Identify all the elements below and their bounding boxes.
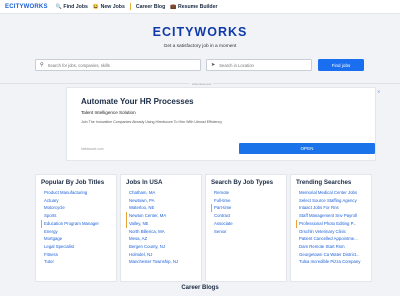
list-item[interactable]: Holmdel, NJ — [126, 251, 196, 259]
nav-resume-builder[interactable]: 💼 Resume Builder — [170, 4, 217, 10]
hero-subtitle: Get a satisfactory job in a moment — [163, 44, 237, 49]
list-item[interactable]: Professional Photo Editing P... — [296, 219, 366, 228]
briefcase-icon: 💼 — [170, 3, 177, 10]
jobs-in-usa-list: Chatham, MA Newtown, PA Waterloo, NE New… — [126, 189, 196, 266]
list-item[interactable]: Associate — [211, 220, 281, 228]
list-item[interactable]: Remote — [211, 189, 281, 197]
smile-icon: 😀 — [92, 3, 100, 10]
list-item[interactable]: Newtown, PA — [126, 197, 196, 205]
list-item[interactable]: Motorcycle — [41, 204, 111, 212]
nav-career-blog-label: Career Blog — [135, 3, 166, 10]
nav-divider — [129, 3, 131, 10]
popular-job-titles-panel: Popular By Job Titles Product Manufactur… — [35, 174, 117, 282]
magnifier-icon: 🔍 — [55, 3, 62, 10]
job-types-list: Remote Full-time Part-time Contract Asso… — [211, 189, 281, 235]
trending-searches-list: Memorial Medical Center Jobs Select Sour… — [296, 189, 366, 266]
list-item[interactable]: Fitness — [41, 251, 111, 259]
popular-job-titles-list: Product Manufacturing Actuary Motorcycle… — [41, 189, 111, 266]
ad-description: Join The Innovative Companies Already Us… — [81, 120, 223, 124]
ad-domain: hiredscore.com — [81, 147, 104, 151]
list-item[interactable]: Chatham, MA — [126, 189, 196, 197]
ad-open-button[interactable]: OPEN — [239, 143, 375, 154]
list-item[interactable]: North Billerica, MA — [126, 228, 196, 236]
list-item[interactable]: Waterloo, NE — [126, 204, 196, 212]
nav-find-jobs[interactable]: 🔍 Find Jobs — [56, 4, 88, 10]
keyword-search-input[interactable] — [47, 62, 200, 68]
list-item[interactable]: Contract — [211, 212, 281, 220]
list-item[interactable]: Part-time — [211, 204, 281, 213]
nav-career-blog[interactable]: Career Blog — [136, 4, 165, 10]
ad-card[interactable]: Automate Your HR Processes Talent Intell… — [66, 87, 380, 161]
job-types-panel: Search By Job Types Remote Full-time Par… — [205, 174, 287, 282]
list-item[interactable]: Valley, NE — [126, 219, 196, 228]
location-search-input[interactable] — [219, 62, 311, 68]
site-logo[interactable]: ECITYWORKS — [5, 4, 48, 10]
trending-searches-panel: Trending Searches Memorial Medical Cente… — [290, 174, 372, 282]
location-search-box[interactable]: ➤ — [206, 59, 312, 71]
ad-close-icon[interactable]: ✕ — [377, 89, 380, 94]
list-item[interactable]: Product Manufacturing — [41, 189, 111, 197]
list-item[interactable]: Manchester Township, NJ — [126, 258, 196, 266]
advertisement-tag: Advertisement — [190, 82, 214, 86]
list-item[interactable]: Staff Management Snv Payroll — [296, 212, 366, 220]
list-item[interactable]: Mesa, AZ — [126, 235, 196, 243]
list-item[interactable]: Select Source Staffing Agency — [296, 197, 366, 205]
list-item[interactable]: Orschln Veterinary Clinic — [296, 228, 366, 236]
search-icon: ⚲ — [40, 62, 44, 68]
list-item[interactable]: Actuary — [41, 197, 111, 205]
list-item[interactable]: Full-time — [211, 197, 281, 205]
nav-new-jobs-label: New Jobs — [100, 3, 125, 10]
list-item[interactable]: Intaact Jobs For Rns — [296, 204, 366, 212]
list-item[interactable]: Tulsa Incredible Pizza Company — [296, 258, 366, 266]
list-item[interactable]: Tutor — [41, 258, 111, 266]
list-item[interactable]: Newton Center, MA — [126, 212, 196, 220]
hero-title: ECITYWORKS — [152, 25, 248, 39]
keyword-search-box[interactable]: ⚲ — [35, 59, 201, 71]
list-item[interactable]: Education Program Manager — [41, 219, 111, 228]
nav-resume-builder-label: Resume Builder — [178, 3, 218, 10]
list-item[interactable]: Dam Remote Start Rsm — [296, 243, 366, 251]
find-jobs-button[interactable]: Find jobs — [318, 59, 364, 71]
ad-title[interactable]: Automate Your HR Processes — [81, 97, 194, 106]
trending-searches-heading: Trending Searches — [296, 179, 352, 186]
popular-job-titles-heading: Popular By Job Titles — [41, 179, 105, 186]
ad-subtitle: Talent Intelligence Solution — [81, 110, 136, 115]
jobs-in-usa-heading: Jobs In USA — [126, 179, 163, 186]
list-item[interactable]: Bergen County, NJ — [126, 243, 196, 251]
list-item[interactable]: Patient Cancelled Appointme... — [296, 235, 366, 243]
nav-new-jobs[interactable]: 😀 New Jobs — [93, 4, 125, 10]
location-arrow-icon: ➤ — [211, 62, 216, 68]
career-blogs-heading: Career Blogs — [181, 285, 219, 291]
list-item[interactable]: Georgetown Ca Water District... — [296, 251, 366, 259]
list-item[interactable]: Senior — [211, 228, 281, 236]
list-item[interactable]: Energy — [41, 228, 111, 236]
list-item[interactable]: Memorial Medical Center Jobs — [296, 189, 366, 197]
list-item[interactable]: Legal Specialist — [41, 243, 111, 251]
top-navigation: ECITYWORKS 🔍 Find Jobs 😀 New Jobs Career B… — [0, 0, 400, 14]
job-types-heading: Search By Job Types — [211, 179, 274, 186]
jobs-in-usa-panel: Jobs In USA Chatham, MA Newtown, PA Wate… — [120, 174, 202, 282]
list-item[interactable]: Sports — [41, 212, 111, 220]
nav-find-jobs-label: Find Jobs — [63, 3, 88, 10]
list-item[interactable]: Mortgage — [41, 235, 111, 243]
